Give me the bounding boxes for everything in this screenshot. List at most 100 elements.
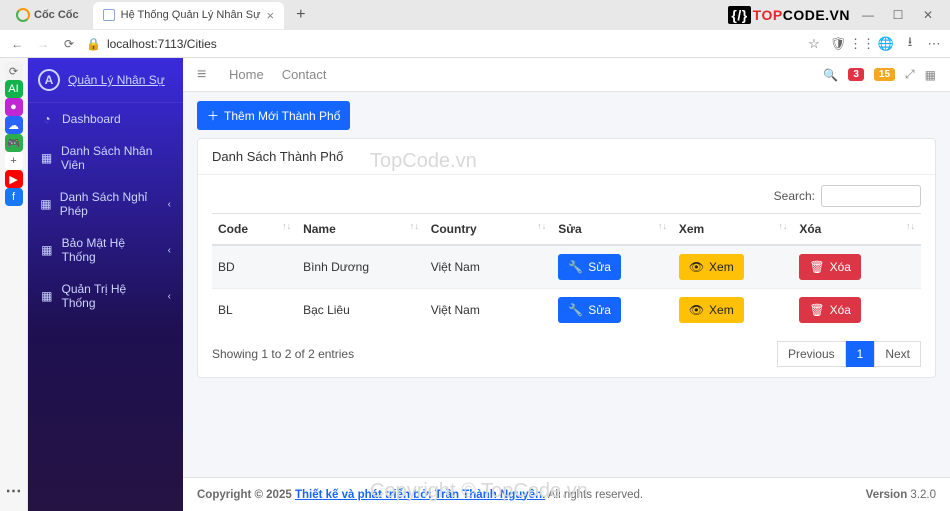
card-cities: Danh Sách Thành Phố Search: Code↑↓Name↑↓…: [197, 138, 936, 378]
browser-addressbar: ← → ⟳ 🔒 localhost:7113/Cities ☆ 🛡 ⋮⋮ 🌐 ⭳…: [0, 30, 950, 58]
url-bar[interactable]: 🔒 localhost:7113/Cities: [86, 37, 798, 51]
delete-button[interactable]: 🗑Xóa: [799, 254, 861, 280]
page-next[interactable]: Next: [874, 341, 921, 367]
trash-icon: 🗑: [809, 303, 824, 317]
app-brand[interactable]: A Quản Lý Nhân Sự: [28, 58, 183, 103]
sidebar-label: Danh Sách Nghỉ Phép: [60, 190, 160, 218]
search-input[interactable]: [821, 185, 921, 207]
view-button[interactable]: 👁Xem: [679, 254, 744, 280]
window-close[interactable]: ✕: [916, 8, 940, 22]
tab-favicon: [103, 9, 115, 21]
cell-country: Việt Nam: [425, 245, 553, 289]
sidebar-label: Bảo Mật Hệ Thống: [62, 236, 160, 264]
col-code[interactable]: Code↑↓: [212, 214, 297, 246]
eye-icon: 👁: [689, 303, 704, 317]
notif-badge-yellow[interactable]: 15: [874, 68, 895, 81]
table-info: Showing 1 to 2 of 2 entries: [212, 347, 354, 361]
trash-icon: 🗑: [809, 260, 824, 274]
sidebar-item[interactable]: ▦Danh Sách Nghỉ Phép‹: [28, 181, 183, 227]
browser-tabbar: Cốc Cốc Hệ Thống Quản Lý Nhân Sự × + {/}…: [0, 0, 950, 30]
strip-icon[interactable]: +: [5, 152, 23, 170]
sidebar-label: Quản Trị Hệ Thống: [62, 282, 160, 310]
col-xem[interactable]: Xem↑↓: [673, 214, 794, 246]
browser-tab[interactable]: Hệ Thống Quản Lý Nhân Sự ×: [93, 2, 284, 29]
table-row: BLBạc LiêuViệt Nam🔧Sửa👁Xem🗑Xóa: [212, 289, 921, 332]
shield-icon[interactable]: 🛡: [830, 36, 846, 52]
cities-table: Code↑↓Name↑↓Country↑↓Sửa↑↓Xem↑↓Xóa↑↓ BDB…: [212, 213, 921, 331]
eye-icon: 👁: [689, 260, 704, 274]
menu-icon[interactable]: ⋯: [926, 36, 942, 52]
back-button[interactable]: ←: [8, 35, 26, 53]
wrench-icon: 🔧: [568, 303, 583, 317]
table-row: BDBình DươngViệt Nam🔧Sửa 👁Xem 🗑Xóa: [212, 245, 921, 289]
lock-icon: 🔒: [86, 37, 101, 51]
edit-button[interactable]: 🔧Sửa: [558, 254, 621, 280]
delete-button[interactable]: 🗑Xóa: [799, 297, 861, 323]
puzzle-icon[interactable]: ⋮⋮: [854, 36, 870, 52]
new-tab-button[interactable]: +: [288, 2, 313, 28]
strip-icon[interactable]: AI: [5, 80, 23, 98]
strip-icon[interactable]: ⟳: [5, 62, 23, 80]
col-country[interactable]: Country↑↓: [425, 214, 553, 246]
edit-button[interactable]: 🔧Sửa: [558, 297, 621, 323]
content: ＋ Thêm Mới Thành Phố Danh Sách Thành Phố…: [183, 92, 950, 477]
tab-close-icon[interactable]: ×: [266, 8, 274, 23]
tab-title: Hệ Thống Quản Lý Nhân Sự: [121, 9, 261, 21]
strip-icon[interactable]: ▶: [5, 170, 23, 188]
chevron-icon: ‹: [168, 199, 171, 210]
strip-icon[interactable]: ●: [5, 98, 23, 116]
chevron-icon: ‹: [168, 245, 171, 256]
add-city-button[interactable]: ＋ Thêm Mới Thành Phố: [197, 101, 350, 130]
search-icon[interactable]: 🔍: [823, 68, 838, 82]
footer-link[interactable]: Thiết kế và phát triển bởi Trần Thành Ng…: [295, 489, 545, 501]
sidebar-item[interactable]: ▦Bảo Mật Hệ Thống‹: [28, 227, 183, 273]
col-xóa[interactable]: Xóa↑↓: [793, 214, 921, 246]
sidebar-label: Dashboard: [62, 112, 121, 126]
footer: Copyright © 2025 Thiết kế và phát triển …: [183, 477, 950, 511]
nav-home[interactable]: Home: [229, 67, 264, 82]
nav-contact[interactable]: Contact: [282, 67, 327, 82]
fullscreen-icon[interactable]: ⤢: [905, 67, 915, 82]
url-text: localhost:7113/Cities: [107, 37, 217, 51]
sidebar-icon: ◔: [40, 112, 54, 126]
reload-button[interactable]: ⟳: [60, 35, 78, 53]
apps-icon[interactable]: ▦: [925, 68, 936, 82]
sidebar-item[interactable]: ◔ Dashboard: [28, 103, 183, 135]
col-name[interactable]: Name↑↓: [297, 214, 425, 246]
pagination: Previous 1 Next: [777, 341, 921, 367]
strip-icon[interactable]: f: [5, 188, 23, 206]
brand-icon: A: [38, 69, 60, 91]
cell-name: Bình Dương: [297, 245, 425, 289]
chevron-icon: ‹: [168, 291, 171, 302]
sidebar-icon: ▦: [40, 289, 54, 303]
sidebar-label: Danh Sách Nhân Viên: [61, 144, 171, 172]
notif-badge-red[interactable]: 3: [848, 68, 864, 81]
globe-icon[interactable]: 🌐: [878, 36, 894, 52]
page-1[interactable]: 1: [846, 341, 875, 367]
cell-name: Bạc Liêu: [297, 289, 425, 332]
download-icon[interactable]: ⭳: [902, 36, 918, 52]
strip-icon[interactable]: ☁: [5, 116, 23, 134]
window-maximize[interactable]: ☐: [886, 8, 910, 22]
strip-icon[interactable]: 🎮: [5, 134, 23, 152]
star-icon[interactable]: ☆: [806, 36, 822, 52]
sidebar-item[interactable]: ▦ Quản Trị Hệ Thống ‹: [28, 273, 183, 319]
search-label: Search:: [774, 189, 815, 203]
coccoc-logo: Cốc Cốc: [8, 5, 87, 25]
coccoc-text: Cốc Cốc: [34, 9, 79, 21]
topnav: Home Contact 🔍 3 15 ⤢ ▦: [183, 58, 950, 92]
app-sidebar: A Quản Lý Nhân Sự ◔ Dashboard ▦ Danh Sách N…: [28, 58, 183, 511]
cell-code: BD: [212, 245, 297, 289]
coccoc-icon: [16, 8, 30, 22]
window-minimize[interactable]: —: [856, 8, 880, 22]
cell-code: BL: [212, 289, 297, 332]
more-icon[interactable]: ⋯: [6, 481, 22, 501]
sidebar-icon: ▦: [40, 151, 53, 165]
sidebar-item[interactable]: ▦ Danh Sách Nhân Viên: [28, 135, 183, 181]
page-prev[interactable]: Previous: [777, 341, 846, 367]
view-button[interactable]: 👁Xem: [679, 297, 744, 323]
menu-toggle-icon[interactable]: [197, 67, 211, 82]
forward-button[interactable]: →: [34, 35, 52, 53]
wrench-icon: 🔧: [568, 260, 583, 274]
col-sửa[interactable]: Sửa↑↓: [552, 214, 673, 246]
